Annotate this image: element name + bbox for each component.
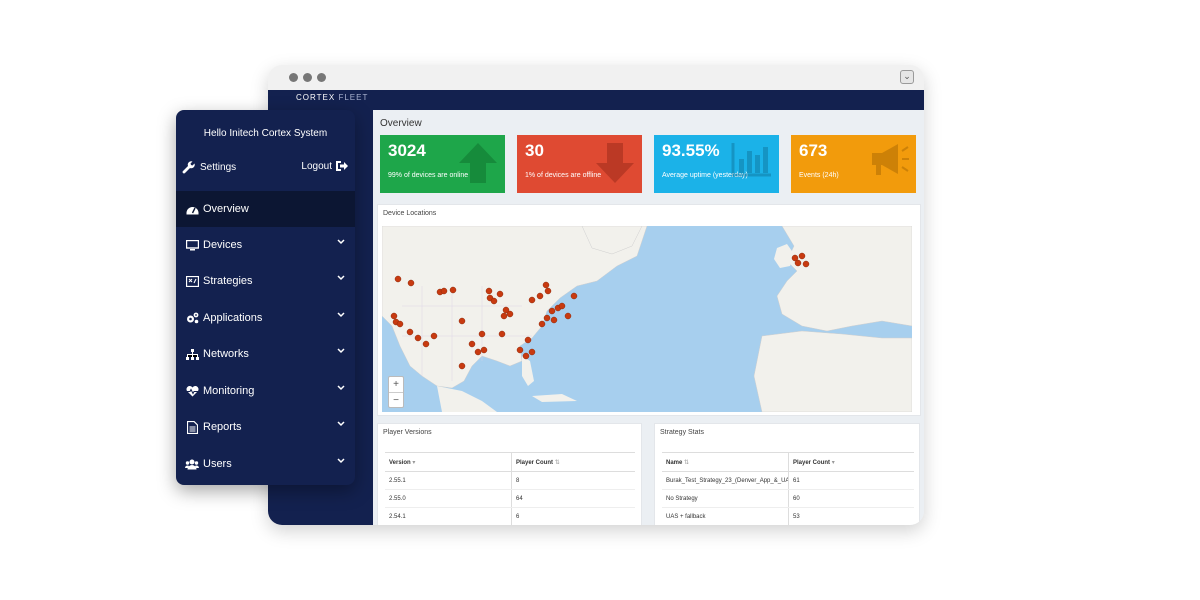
chevron-down-icon[interactable] (337, 348, 345, 354)
stat-value: 3024 (388, 141, 426, 160)
megaphone-icon (872, 144, 909, 175)
chevron-down-icon[interactable] (337, 312, 345, 318)
logout-label: Logout (301, 160, 332, 172)
sign-out-icon (336, 161, 348, 171)
stat-value: 93.55% (662, 141, 720, 160)
zoom-out-button[interactable]: − (389, 393, 403, 408)
stat-value: 673 (799, 141, 828, 160)
table-row[interactable]: 2.55.1 8 (385, 471, 635, 490)
menu-item-label: Reports (203, 421, 242, 433)
menu-item-label: Strategies (203, 275, 253, 287)
greeting: Hello Initech Cortex System (203, 128, 328, 139)
table-row[interactable]: Burak_Test_Strategy_23_(Denver_App_&_UAS… (662, 471, 914, 490)
window-dot[interactable] (289, 73, 298, 82)
column-header[interactable]: Player Count ▾ (788, 452, 914, 472)
menu-item-label: Overview (203, 203, 249, 215)
panel-title: Player Versions (383, 429, 432, 436)
menu-item-reports[interactable]: Reports (176, 409, 355, 445)
document-icon (186, 420, 198, 434)
strategy-stats-table: Name ⇅ Player Count ▾ Burak_Test_Strateg… (662, 452, 914, 525)
bar-chart-icon (731, 143, 771, 177)
stat-card-events[interactable]: 673 Events (24h) (791, 135, 916, 193)
table-row[interactable]: UAS + fallback 53 (662, 507, 914, 525)
chevron-down-icon[interactable] (337, 458, 345, 464)
menu-item-networks[interactable]: Networks (176, 336, 355, 372)
stat-value: 30 (525, 141, 544, 160)
player-versions-panel: Player Versions Version ▾ Player Count ⇅… (377, 423, 642, 525)
chevron-down-icon[interactable] (337, 385, 345, 391)
sitemap-icon (185, 348, 199, 360)
panel-title: Strategy Stats (660, 429, 704, 436)
map-canvas[interactable] (382, 226, 912, 412)
map-zoom-control: + − (388, 376, 404, 408)
chevron-down-icon[interactable]: ⌄ (900, 70, 914, 84)
player-versions-table: Version ▾ Player Count ⇅ 2.55.1 8 2.55.0 6… (385, 452, 635, 525)
stat-card-offline[interactable]: 30 1% of devices are offline (517, 135, 642, 193)
settings-link[interactable]: Settings (182, 160, 236, 174)
zoom-in-button[interactable]: + (389, 377, 403, 393)
stat-label: 1% of devices are offline (525, 172, 602, 179)
window-dot[interactable] (317, 73, 326, 82)
wrench-icon (182, 161, 195, 174)
table-row[interactable]: 2.54.1 6 (385, 507, 635, 525)
column-header[interactable]: Player Count ⇅ (511, 452, 635, 472)
menu-item-label: Users (203, 458, 232, 470)
main-content: Overview 3024 99% of devices are online … (373, 110, 924, 525)
browser-window: ⌄ CORTEX FLEET Overview 3024 99% of devi… (268, 65, 924, 525)
menu-item-label: Devices (203, 239, 243, 251)
menu-item-label: Networks (203, 348, 249, 360)
settings-label: Settings (200, 161, 237, 173)
chevron-down-icon[interactable] (337, 239, 345, 245)
device-locations-panel: Device Locations + − (377, 204, 921, 416)
cogs-icon (186, 312, 198, 324)
strategy-icon (185, 275, 199, 287)
window-dot[interactable] (303, 73, 312, 82)
column-header[interactable]: Version ▾ (385, 452, 512, 472)
table-header-row: Name ⇅ Player Count ▾ (662, 452, 914, 472)
stat-label: Events (24h) (799, 172, 839, 179)
users-icon (185, 459, 199, 469)
menu-item-users[interactable]: Users (176, 446, 355, 482)
title-bar: ⌄ (268, 65, 924, 90)
table-header-row: Version ▾ Player Count ⇅ (385, 452, 635, 472)
stat-card-uptime[interactable]: 93.55% Average uptime (yesterday) (654, 135, 779, 193)
menu-item-overview[interactable]: Overview (176, 191, 355, 227)
panel-title: Device Locations (383, 210, 437, 217)
menu-item-devices[interactable]: Devices (176, 227, 355, 263)
table-row[interactable]: 2.55.0 64 (385, 489, 635, 508)
menu-item-label: Applications (203, 312, 263, 324)
strategy-stats-panel: Strategy Stats Name ⇅ Player Count ▾ Bur… (654, 423, 920, 525)
chevron-down-icon[interactable] (337, 275, 345, 281)
logout-link[interactable]: Logout (301, 160, 349, 172)
heartbeat-icon (186, 385, 198, 396)
menu-item-applications[interactable]: Applications (176, 300, 355, 336)
top-nav: CORTEX FLEET (268, 90, 924, 110)
stat-card-online[interactable]: 3024 99% of devices are online (380, 135, 505, 193)
arrow-up-icon (459, 143, 497, 183)
dashboard-icon (186, 206, 198, 214)
page-title: Overview (380, 118, 422, 129)
monitor-icon (185, 239, 199, 250)
floating-menu: Hello Initech Cortex System Settings Log… (176, 110, 355, 485)
chevron-down-icon[interactable] (337, 421, 345, 427)
arrow-down-icon (596, 143, 634, 183)
column-header[interactable]: Name ⇅ (662, 452, 789, 472)
brand-logo[interactable]: CORTEX FLEET (296, 93, 368, 102)
menu-item-monitoring[interactable]: Monitoring (176, 373, 355, 409)
device-map[interactable]: + − (382, 226, 912, 412)
menu-item-strategies[interactable]: Strategies (176, 263, 355, 299)
table-row[interactable]: No Strategy 60 (662, 489, 914, 508)
menu-item-label: Monitoring (203, 385, 255, 397)
